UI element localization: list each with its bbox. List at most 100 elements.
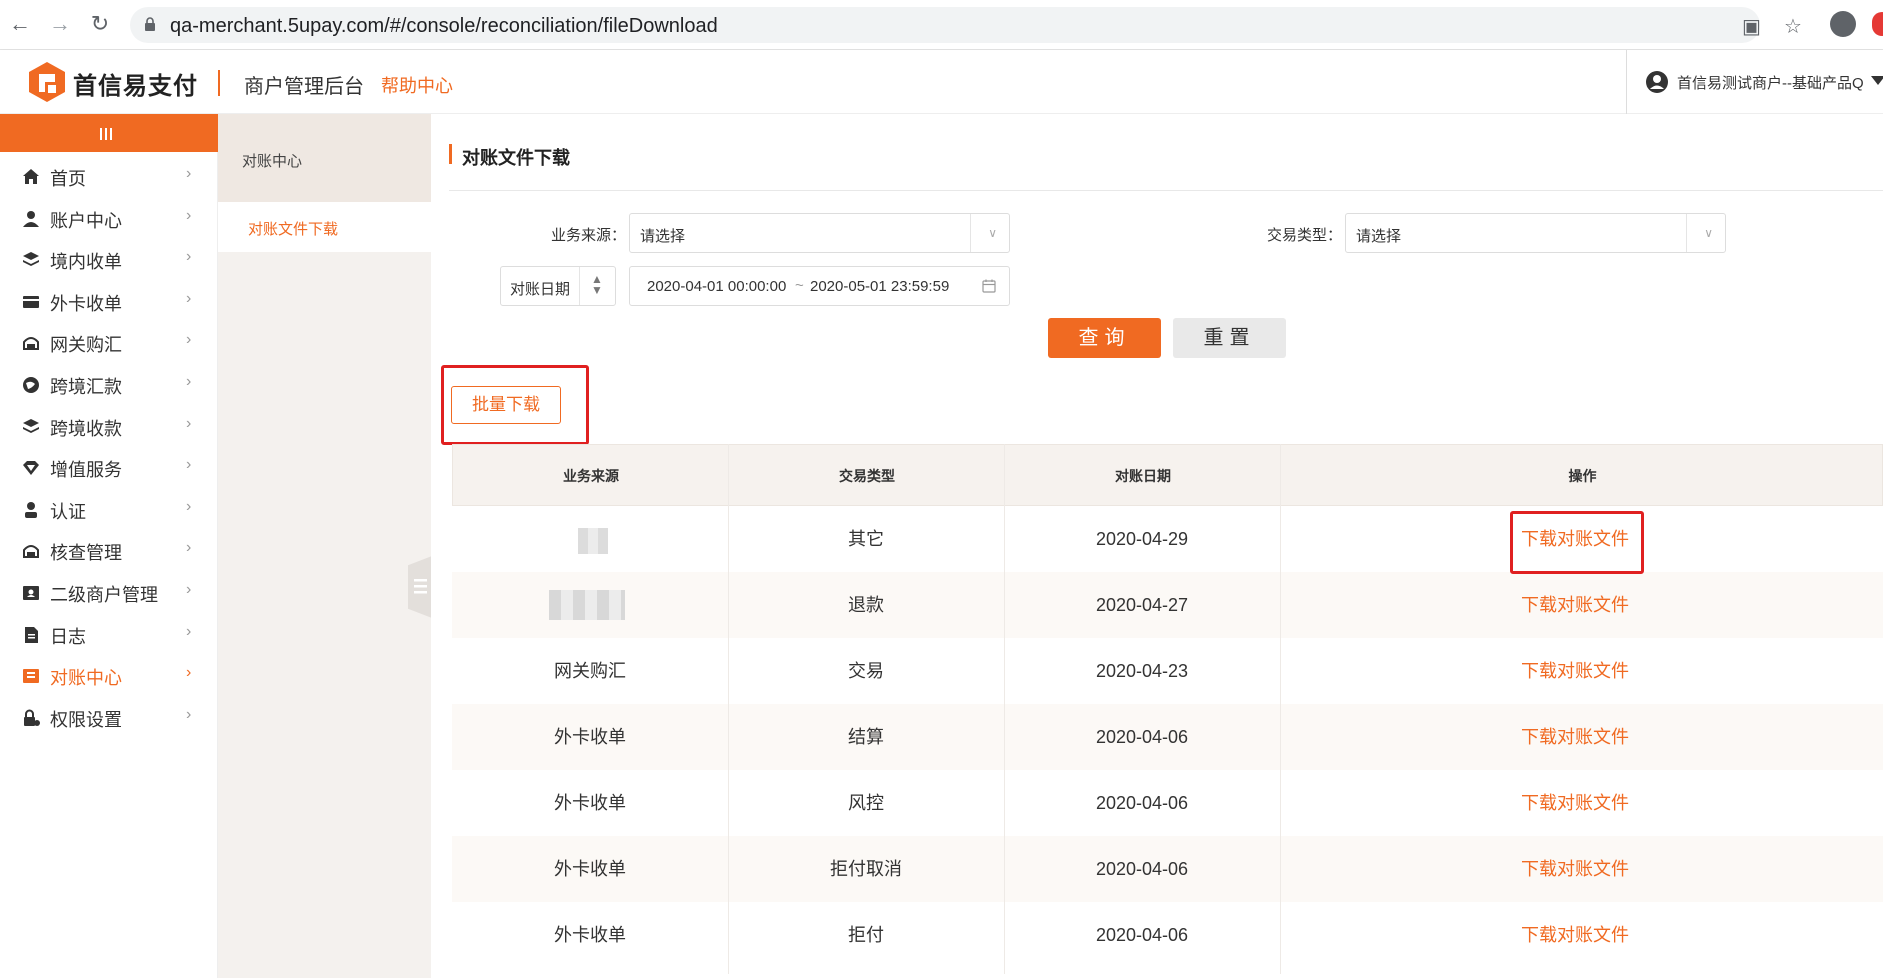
source-select[interactable]: 请选择 ∨ <box>629 213 1010 253</box>
column-divider <box>728 444 729 974</box>
download-file-link[interactable]: 下载对账文件 <box>1280 902 1870 968</box>
date-type-value: 对账日期 <box>510 281 571 298</box>
sidebar-item-label: 对账中心 <box>50 668 122 689</box>
column-header: 操作 <box>1568 468 1597 484</box>
home-icon <box>23 169 39 184</box>
user-menu[interactable]: 首信易测试商户--基础产品Q <box>1626 50 1883 114</box>
chevron-right-icon: › <box>186 497 192 515</box>
download-file-link[interactable]: 下载对账文件 <box>1280 704 1870 770</box>
cell-date: 2020-04-23 <box>1095 661 1189 681</box>
date-end: 2020-05-01 23:59:59 <box>810 278 950 295</box>
chevron-right-icon: › <box>186 539 192 557</box>
app-header: 首信易支付 商户管理后台 帮助中心 首信易测试商户--基础产品Q <box>0 50 1883 114</box>
column-header: 对账日期 <box>1115 468 1171 484</box>
gateway-icon <box>23 337 39 351</box>
sidebar-item-label: 增值服务 <box>50 460 122 481</box>
cell-type: 其它 <box>848 529 884 549</box>
sidebar-item-label: 账户中心 <box>50 210 122 231</box>
date-range-picker[interactable]: 2020-04-01 00:00:00 ~ 2020-05-01 23:59:5… <box>629 266 1010 306</box>
cell-date: 2020-04-27 <box>1095 595 1189 615</box>
download-file-link[interactable]: 下载对账文件 <box>1280 770 1870 836</box>
cell-type: 拒付 <box>848 925 884 945</box>
user-icon <box>23 210 39 227</box>
sidebar-item-label: 外卡收单 <box>50 293 122 314</box>
document-icon <box>25 626 38 643</box>
highlight-annotation <box>1510 511 1644 574</box>
batch-download-button[interactable]: 批量下载 <box>451 386 561 424</box>
select-separator <box>1686 214 1687 252</box>
cell-source: 外卡收单 <box>554 727 626 747</box>
lock-icon <box>145 17 155 31</box>
chevron-right-icon: › <box>186 664 192 682</box>
person-icon <box>25 501 37 518</box>
extension-icon[interactable] <box>1872 12 1883 36</box>
cell-type: 拒付取消 <box>830 859 902 879</box>
id-card-icon <box>23 586 39 600</box>
card-icon <box>23 295 39 308</box>
column-header: 交易类型 <box>839 468 895 484</box>
sidebar-item-label: 跨境收款 <box>50 418 122 439</box>
sidebar-item-label: 日志 <box>50 626 86 647</box>
collapse-panel-handle[interactable] <box>408 556 432 618</box>
sidebar-item-label: 跨境汇款 <box>50 377 122 397</box>
table-row: 其它 2020-04-29 下载对账文件 <box>452 506 1883 572</box>
sidebar-toggle[interactable] <box>0 114 218 152</box>
table-row: 外卡收单 拒付取消 2020-04-06 下载对账文件 <box>452 836 1883 902</box>
arrow-left-icon[interactable]: ← <box>6 10 34 38</box>
cell-type: 交易 <box>848 661 884 681</box>
calendar-icon[interactable] <box>982 279 996 293</box>
source-select-value: 请选择 <box>640 228 686 245</box>
sidebar-item-label: 认证 <box>50 501 86 522</box>
address-bar[interactable]: qa-merchant.5upay.com/#/console/reconcil… <box>130 7 1802 43</box>
cell-type: 风控 <box>848 793 884 813</box>
submenu-panel: 对账中心 对账文件下载 <box>218 114 431 978</box>
sidebar-item-label: 二级商户管理 <box>50 585 158 605</box>
column-divider <box>1004 444 1005 974</box>
cell-date: 2020-04-06 <box>1095 727 1189 747</box>
cell-type: 退款 <box>848 595 884 615</box>
system-title: 商户管理后台 <box>244 76 364 98</box>
chevron-right-icon: › <box>186 456 192 474</box>
globe-icon <box>23 377 39 393</box>
download-file-link[interactable]: 下载对账文件 <box>1280 836 1870 902</box>
submenu-header: 对账中心 <box>218 114 431 202</box>
help-center-link[interactable]: 帮助中心 <box>381 72 453 98</box>
download-file-link[interactable]: 下载对账文件 <box>1280 638 1870 704</box>
type-select[interactable]: 请选择 ∨ <box>1345 213 1726 253</box>
date-type-select[interactable]: 对账日期 ▲ ▼ <box>500 266 616 306</box>
menu-bars-icon <box>100 128 112 140</box>
sidebar-item-label: 核查管理 <box>50 543 122 564</box>
submenu-item-file-download[interactable]: 对账文件下载 <box>218 202 431 252</box>
user-name: 首信易测试商户--基础产品Q <box>1677 75 1864 92</box>
chevron-right-icon: › <box>186 289 192 307</box>
diamond-icon <box>23 461 39 476</box>
caret-down-icon[interactable] <box>1871 76 1883 85</box>
browser-toolbar: ← → ↻ qa-merchant.5upay.com/#/console/re… <box>0 0 1883 50</box>
url-text: qa-merchant.5upay.com/#/console/reconcil… <box>170 15 718 37</box>
header-divider <box>218 70 220 96</box>
arrow-right-icon[interactable]: → <box>46 10 74 38</box>
main-content: 对账文件下载 业务来源： 请选择 ∨ 交易类型： 请选择 ∨ 对账日期 ▲ ▼ 2… <box>431 114 1883 978</box>
sidebar-item-label: 网关购汇 <box>50 335 122 356</box>
chevron-right-icon: › <box>186 373 192 390</box>
gateway-icon <box>23 545 39 559</box>
cell-source: 外卡收单 <box>554 925 626 945</box>
brand-logo-icon <box>29 62 65 102</box>
translate-icon[interactable]: ▣ <box>1742 14 1761 39</box>
cell-date: 2020-04-29 <box>1095 529 1189 549</box>
query-button[interactable]: 查询 <box>1048 318 1161 358</box>
profile-icon[interactable] <box>1830 11 1856 37</box>
cell-date: 2020-04-06 <box>1095 859 1189 879</box>
sidebar-item[interactable]: 权限设置 › <box>0 693 218 743</box>
reload-icon[interactable]: ↻ <box>86 10 114 38</box>
type-select-value: 请选择 <box>1356 228 1402 245</box>
title-accent-bar <box>449 144 452 164</box>
download-file-link[interactable]: 下载对账文件 <box>1280 572 1870 638</box>
chevron-down-icon: ∨ <box>988 226 997 240</box>
type-label: 交易类型： <box>1267 227 1343 244</box>
chevron-right-icon: › <box>186 414 192 432</box>
date-start: 2020-04-01 00:00:00 <box>647 278 787 295</box>
chevron-right-icon: › <box>186 705 192 723</box>
reset-button[interactable]: 重置 <box>1173 318 1286 358</box>
star-icon[interactable]: ☆ <box>1784 14 1802 39</box>
